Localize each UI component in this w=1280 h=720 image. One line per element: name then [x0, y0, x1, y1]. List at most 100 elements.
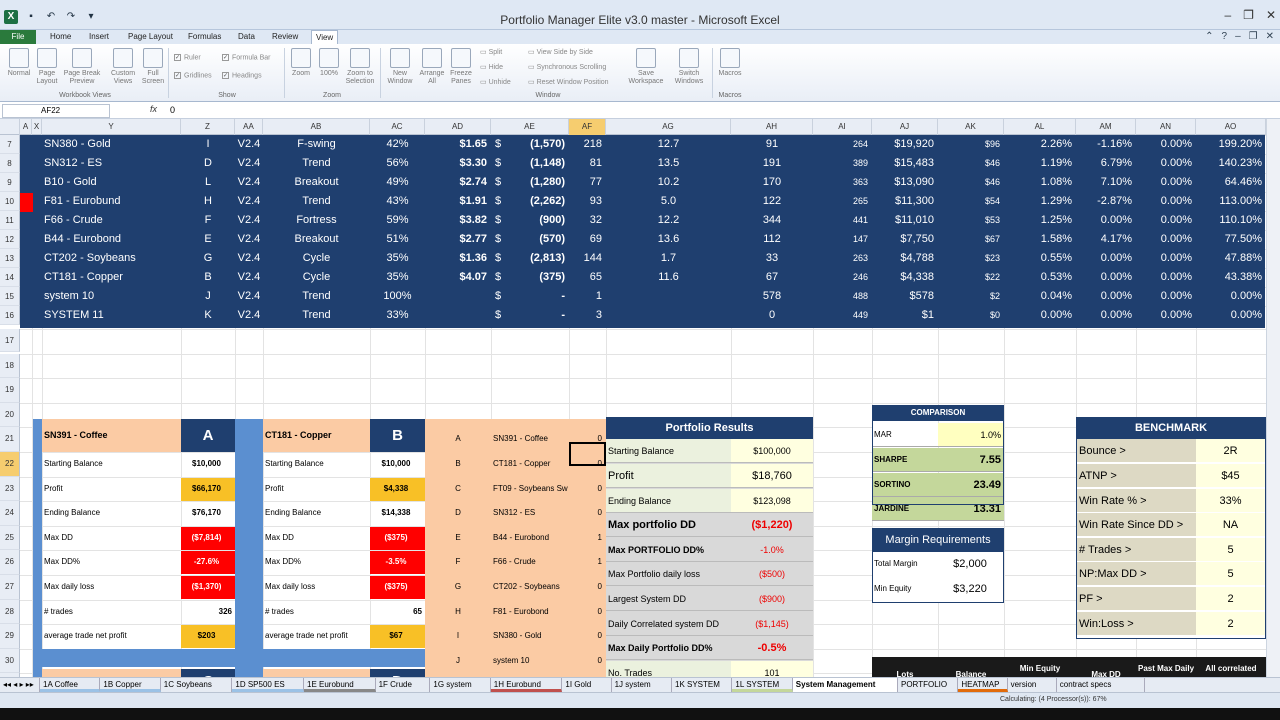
vertical-scrollbar[interactable] — [1266, 119, 1280, 677]
alloc-value[interactable]: 0 — [569, 649, 602, 673]
row-header[interactable]: 21 — [0, 427, 20, 452]
benchmark-value[interactable]: 33% — [1196, 489, 1265, 513]
system-cell[interactable]: 144 — [569, 249, 602, 268]
system-cell[interactable]: 0.00% — [1076, 268, 1132, 287]
headings-checkbox[interactable]: ✓ Headings — [222, 72, 262, 79]
card-a-name[interactable]: SN391 - Coffee — [44, 419, 179, 452]
system-cell[interactable]: $67 — [938, 230, 1000, 249]
alloc-name[interactable]: system 10 — [493, 649, 569, 673]
alloc-letter[interactable]: D — [425, 501, 491, 525]
system-cell[interactable]: Fortress — [263, 211, 370, 230]
row-header[interactable]: 11 — [0, 211, 20, 230]
hide-button[interactable]: ▭ Hide — [480, 63, 503, 71]
row-header[interactable]: 13 — [0, 249, 20, 268]
system-cell[interactable]: $2.74 — [425, 173, 487, 192]
system-cell[interactable]: L — [181, 173, 235, 192]
system-cell[interactable]: $2.77 — [425, 230, 487, 249]
system-cell[interactable]: Cycle — [263, 268, 370, 287]
system-cell[interactable] — [425, 306, 487, 325]
alloc-name[interactable]: SN380 - Gold — [493, 624, 569, 648]
portfolio-label[interactable]: Max Portfolio daily loss — [608, 562, 731, 586]
card-a-letter[interactable]: A — [181, 419, 235, 452]
system-cell[interactable]: -1.16% — [1076, 135, 1132, 154]
system-cell[interactable]: 363 — [813, 173, 868, 192]
sheet-tab[interactable]: 1F Crude — [376, 678, 431, 692]
system-cell[interactable]: 0.00% — [1196, 287, 1262, 306]
card-a-value[interactable]: $10,000 — [181, 452, 232, 476]
system-cell[interactable]: $96 — [938, 135, 1000, 154]
sheet-tab[interactable]: 1J system — [612, 678, 672, 692]
col-header[interactable]: Z — [181, 119, 235, 135]
system-cell[interactable]: 0.00% — [1076, 249, 1132, 268]
system-cell[interactable]: J — [181, 287, 235, 306]
system-cell[interactable]: 47.88% — [1196, 249, 1262, 268]
benchmark-value[interactable]: 5 — [1196, 562, 1265, 586]
col-header[interactable]: A — [20, 119, 32, 135]
system-cell[interactable]: 1.58% — [1004, 230, 1072, 249]
alloc-name[interactable]: CT202 - Soybeans — [493, 575, 569, 599]
system-cell[interactable]: 1.29% — [1004, 192, 1072, 211]
system-cell[interactable]: 1.7 — [606, 249, 731, 268]
col-header[interactable]: X — [32, 119, 42, 135]
system-cell[interactable]: $7,750 — [872, 230, 934, 249]
system-cell[interactable]: 263 — [813, 249, 868, 268]
system-cell[interactable]: 11.6 — [606, 268, 731, 287]
system-cell[interactable]: Trend — [263, 192, 370, 211]
card-b-value[interactable]: $67 — [370, 624, 422, 648]
system-cell[interactable]: $2 — [938, 287, 1000, 306]
system-cell[interactable]: 81 — [569, 154, 602, 173]
system-cell[interactable]: I — [181, 135, 235, 154]
system-cell[interactable]: 0.00% — [1136, 154, 1192, 173]
system-cell[interactable]: G — [181, 249, 235, 268]
full-screen-button[interactable]: Full Screen — [140, 48, 166, 86]
system-cell[interactable]: 0.00% — [1136, 230, 1192, 249]
system-cell[interactable]: V2.4 — [235, 249, 263, 268]
col-header[interactable]: AL — [1004, 119, 1076, 135]
alloc-name[interactable]: SN391 - Coffee — [493, 427, 569, 451]
card-b-value[interactable]: ($375) — [370, 526, 422, 550]
system-cell[interactable]: V2.4 — [235, 306, 263, 325]
system-cell[interactable]: B44 - Eurobond — [44, 230, 183, 249]
benchmark-label[interactable]: Win:Loss > — [1079, 612, 1196, 636]
minimize-icon[interactable]: – — [1224, 8, 1231, 22]
system-cell[interactable]: - — [491, 287, 565, 306]
alloc-value[interactable]: 0 — [569, 624, 602, 648]
alloc-letter[interactable]: F — [425, 550, 491, 574]
sheet-tab[interactable]: 1E Eurobund — [304, 678, 376, 692]
tab-review[interactable]: Review — [268, 30, 302, 44]
tab-home[interactable]: Home — [46, 30, 75, 44]
benchmark-value[interactable]: $45 — [1196, 464, 1265, 488]
system-cell[interactable]: 0.00% — [1076, 211, 1132, 230]
margin-label[interactable]: Total Margin — [874, 552, 938, 576]
system-cell[interactable]: SN380 - Gold — [44, 135, 183, 154]
system-cell[interactable]: 42% — [370, 135, 425, 154]
portfolio-label[interactable]: Max portfolio DD — [608, 513, 731, 537]
system-cell[interactable]: 67 — [731, 268, 813, 287]
view-side-by-side-button[interactable]: ▭ View Side by Side — [528, 48, 593, 56]
system-cell[interactable]: 1.08% — [1004, 173, 1072, 192]
benchmark-value[interactable]: 2R — [1196, 439, 1265, 463]
card-b-value[interactable]: 65 — [370, 600, 422, 624]
system-cell[interactable]: (1,148) — [491, 154, 565, 173]
restore-icon[interactable]: ❐ — [1243, 8, 1254, 22]
row-header[interactable]: 26 — [0, 550, 20, 575]
close-icon[interactable]: ✕ — [1266, 8, 1276, 22]
portfolio-label[interactable]: Largest System DD — [608, 587, 731, 611]
system-cell[interactable]: 0.00% — [1136, 268, 1192, 287]
normal-view-button[interactable]: Normal — [4, 48, 34, 78]
system-cell[interactable]: $1.65 — [425, 135, 487, 154]
system-cell[interactable]: 51% — [370, 230, 425, 249]
system-cell[interactable]: 122 — [731, 192, 813, 211]
system-cell[interactable]: 69 — [569, 230, 602, 249]
portfolio-label[interactable]: Ending Balance — [608, 489, 731, 513]
row-header[interactable]: 18 — [0, 353, 20, 379]
system-cell[interactable]: (1,280) — [491, 173, 565, 192]
alloc-letter[interactable]: J — [425, 649, 491, 673]
system-cell[interactable]: 35% — [370, 249, 425, 268]
portfolio-label[interactable]: Daily Correlated system DD — [608, 612, 731, 636]
system-cell[interactable]: $22 — [938, 268, 1000, 287]
card-a-value[interactable]: -27.6% — [181, 550, 232, 574]
system-cell[interactable]: $4.07 — [425, 268, 487, 287]
sheet-tab[interactable]: 1H Eurobund — [490, 678, 563, 692]
system-cell[interactable]: $0 — [938, 306, 1000, 325]
